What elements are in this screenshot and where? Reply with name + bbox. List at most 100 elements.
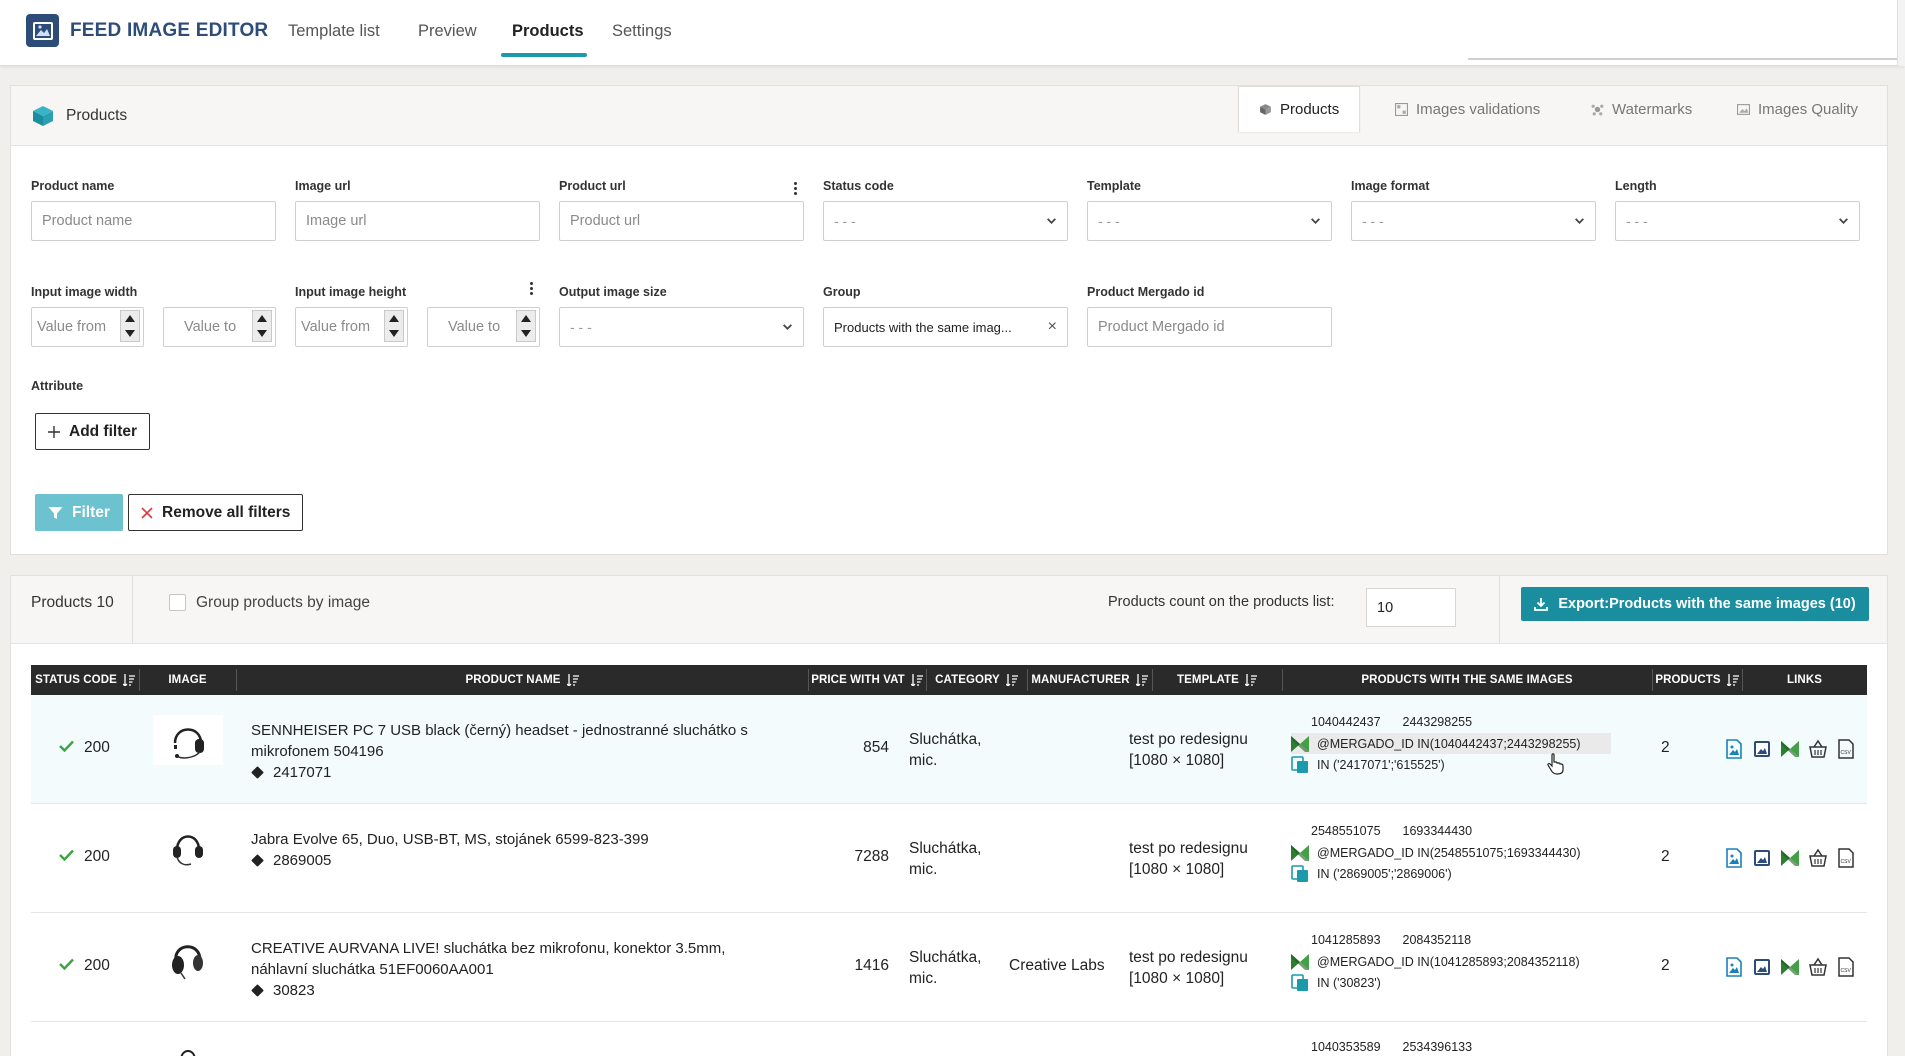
mergado-query-link[interactable]: @MERGADO_ID IN(2548551075;1693344430) <box>1291 842 1621 863</box>
template: test po redesignu [1080 × 1080] <box>1129 729 1248 771</box>
product-image[interactable] <box>153 933 223 983</box>
tab-products[interactable]: Products <box>1238 86 1361 132</box>
headset-image-icon <box>180 1050 196 1056</box>
shop-basket-icon[interactable] <box>1809 739 1827 759</box>
stepper-icon[interactable] <box>120 310 140 342</box>
mergado-link-icon[interactable] <box>1781 739 1799 759</box>
product-image[interactable] <box>153 824 223 874</box>
th-status-code[interactable]: STATUS CODE <box>31 665 139 695</box>
headset-image-icon <box>173 835 203 866</box>
status-code-select[interactable]: - - - <box>823 201 1068 241</box>
same-image-id[interactable]: 2084352118 <box>1403 933 1472 947</box>
copy-in-link[interactable]: IN ('30823') <box>1291 972 1621 993</box>
tab-watermarks[interactable]: Watermarks <box>1571 86 1712 132</box>
th-products[interactable]: PRODUCTS <box>1652 665 1742 695</box>
add-filter-button[interactable]: Add filter <box>35 413 151 450</box>
width-to-field[interactable] <box>163 307 276 347</box>
product-url-input[interactable] <box>559 201 804 241</box>
table-row[interactable]: 200 CREATIVE AURVANA LIVE! sluchátka bez… <box>31 913 1867 1022</box>
csv-file-icon[interactable]: CSV <box>1837 957 1855 977</box>
nav-tab-settings[interactable]: Settings <box>612 22 672 41</box>
editor-preview-icon[interactable] <box>1753 739 1771 759</box>
copy-in-link[interactable]: IN ('2417071';'615525') <box>1291 754 1621 775</box>
same-image-id[interactable]: 1693344430 <box>1403 824 1473 838</box>
copy-in-link[interactable]: IN ('2869005';'2869006') <box>1291 863 1621 884</box>
input-image-height-options-icon[interactable] <box>530 282 533 295</box>
product-name-cell: SENNHEISER PC 7 USB black (černý) headse… <box>251 720 781 783</box>
status-code-value: - - - <box>834 213 856 229</box>
mergado-query-link[interactable]: @MERGADO_ID IN(1041285893;2084352118) <box>1291 951 1621 972</box>
tab-images-validations[interactable]: Images validations <box>1375 86 1560 132</box>
editor-preview-icon[interactable] <box>1753 957 1771 977</box>
product-name[interactable]: SENNHEISER PC 7 USB black (černý) headse… <box>251 720 781 762</box>
th-manufacturer-label: MANUFACTURER <box>1031 674 1130 686</box>
filter-button[interactable]: Filter <box>35 494 123 531</box>
length-select[interactable]: - - - <box>1615 201 1860 241</box>
export-button[interactable]: Export:Products with the same images (10… <box>1521 587 1869 621</box>
clear-icon[interactable]: × <box>1048 318 1057 336</box>
product-url-options-icon[interactable] <box>794 182 797 195</box>
mergado-query-link[interactable]: @MERGADO_ID IN(1040442437;2443298255) <box>1291 733 1611 754</box>
nav-tab-preview[interactable]: Preview <box>418 22 477 41</box>
same-image-id[interactable]: 2534396133 <box>1403 1040 1473 1054</box>
same-image-id[interactable]: 2443298255 <box>1403 715 1473 729</box>
category-line: mic. <box>909 861 938 878</box>
table-header: STATUS CODE IMAGE PRODUCT NAME PRICE WIT… <box>31 665 1867 695</box>
shop-basket-icon[interactable] <box>1809 848 1827 868</box>
remove-all-filters-button[interactable]: Remove all filters <box>128 494 304 531</box>
manufacturer: Creative Labs <box>1009 957 1105 974</box>
output-image-size-select[interactable]: - - - <box>559 307 804 347</box>
image-link-icon[interactable] <box>1725 739 1743 759</box>
stepper-icon[interactable] <box>516 310 536 342</box>
csv-file-icon[interactable]: CSV <box>1837 848 1855 868</box>
group-select[interactable]: Products with the same imag... × <box>823 307 1068 347</box>
product-mergado-id-input[interactable] <box>1087 307 1332 347</box>
height-from-field[interactable] <box>295 307 408 347</box>
table-row[interactable]: 200 SENNHEISER PC 7 USB black (černý) he… <box>31 695 1867 804</box>
group-by-image-checkbox[interactable] <box>169 594 186 611</box>
nav-tab-products[interactable]: Products <box>512 22 584 41</box>
products-count: 2 <box>1661 848 1670 865</box>
mergado-link-icon[interactable] <box>1781 957 1799 977</box>
csv-file-icon[interactable]: CSV <box>1837 739 1855 759</box>
product-name[interactable]: Jabra Evolve 65, Duo, USB-BT, MS, stoján… <box>251 829 781 850</box>
tab-images-quality[interactable]: Images Quality <box>1717 86 1878 132</box>
th-price-with-vat[interactable]: PRICE WITH VAT <box>808 665 926 695</box>
same-image-id[interactable]: 1040442437 <box>1311 715 1381 729</box>
th-template[interactable]: TEMPLATE <box>1152 665 1282 695</box>
scrollbar[interactable] <box>1897 0 1905 66</box>
shop-basket-icon[interactable] <box>1809 957 1827 977</box>
table-row[interactable]: 200 Jabra Evolve 65, Duo, USB-BT, MS, st… <box>31 804 1867 913</box>
editor-preview-icon[interactable] <box>1753 848 1771 868</box>
stepper-icon[interactable] <box>384 310 404 342</box>
image-link-icon[interactable] <box>1725 848 1743 868</box>
image-url-input[interactable] <box>295 201 540 241</box>
product-name[interactable]: CREATIVE AURVANA LIVE! sluchátka bez mik… <box>251 938 781 980</box>
products-count: Products 10 <box>31 594 114 611</box>
image-link-icon[interactable] <box>1725 957 1743 977</box>
nav-tab-template-list[interactable]: Template list <box>288 22 380 41</box>
width-from-field[interactable] <box>31 307 144 347</box>
height-to-field[interactable] <box>427 307 540 347</box>
stepper-icon[interactable] <box>252 310 272 342</box>
product-image[interactable] <box>153 1042 223 1056</box>
products-count-on-list-input[interactable]: 10 <box>1366 588 1456 627</box>
group-by-image-label[interactable]: Group products by image <box>196 594 370 612</box>
mergado-link-icon[interactable] <box>1781 848 1799 868</box>
template-select[interactable]: - - - <box>1087 201 1332 241</box>
input-image-height-label: Input image height <box>295 285 407 299</box>
app-logo-icon[interactable] <box>26 14 59 47</box>
chevron-down-icon <box>783 324 792 330</box>
product-name-input[interactable] <box>31 201 276 241</box>
th-product-name[interactable]: PRODUCT NAME <box>236 665 808 695</box>
th-manufacturer[interactable]: MANUFACTURER <box>1027 665 1152 695</box>
table-row[interactable]: 1040353589 2534396133 <box>31 1022 1867 1056</box>
sort-icon <box>1005 674 1018 686</box>
same-image-id[interactable]: 1040353589 <box>1311 1040 1381 1054</box>
image-format-select[interactable]: - - - <box>1351 201 1596 241</box>
same-image-id[interactable]: 2548551075 <box>1311 824 1381 838</box>
filters-card-title: Products <box>66 107 128 124</box>
same-image-id[interactable]: 1041285893 <box>1311 933 1381 947</box>
th-category[interactable]: CATEGORY <box>926 665 1027 695</box>
product-image[interactable] <box>153 715 223 765</box>
